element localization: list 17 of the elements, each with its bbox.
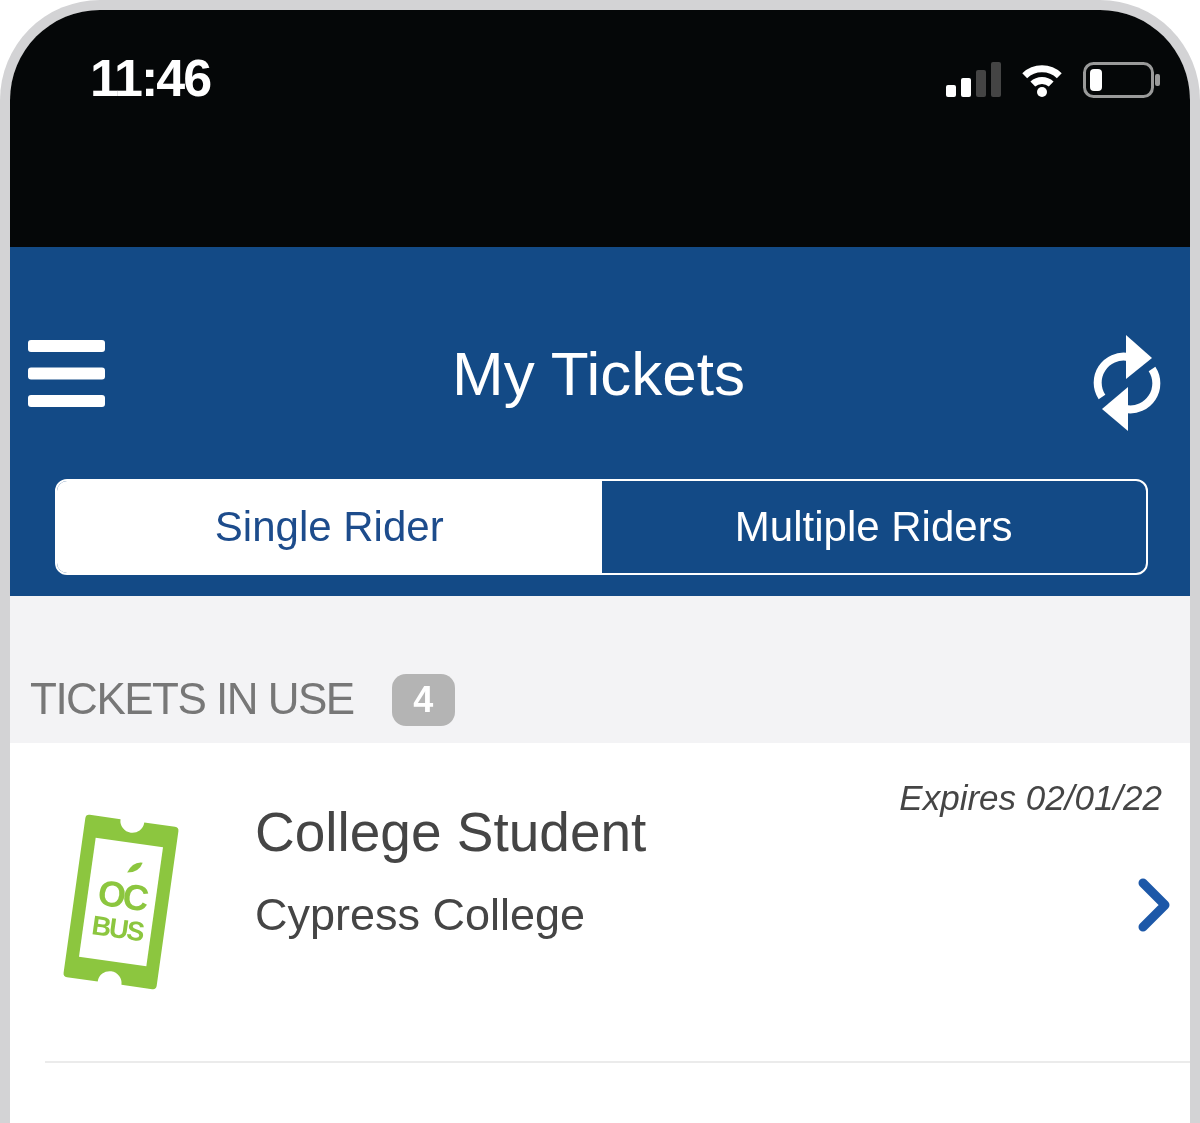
refresh-icon[interactable]: [1092, 333, 1162, 433]
ticket-location: Cypress College: [255, 888, 586, 942]
rider-tab[interactable]: Single Rider: [57, 481, 602, 573]
expiry-date: Expires 02/01/22: [899, 777, 1162, 819]
rider-tab[interactable]: Multiple Riders: [601, 481, 1146, 573]
status-time: 11:46: [90, 52, 211, 104]
ticket-logo: OC BUS: [63, 812, 180, 992]
signal-icon: [946, 62, 1001, 97]
menu-icon[interactable]: [28, 340, 105, 407]
battery-icon: [1083, 62, 1160, 98]
chevron-right-icon: [1136, 876, 1172, 934]
wifi-icon: [1021, 62, 1063, 97]
ticket-name: College Student: [255, 800, 647, 865]
ticket-list-item[interactable]: OC BUS College Student Cypress College Expires 02/01/22: [10, 743, 1190, 1061]
section-title: TICKETS IN USE: [30, 673, 354, 726]
page-title: My Tickets: [451, 338, 746, 410]
count-badge: 4: [391, 673, 455, 726]
